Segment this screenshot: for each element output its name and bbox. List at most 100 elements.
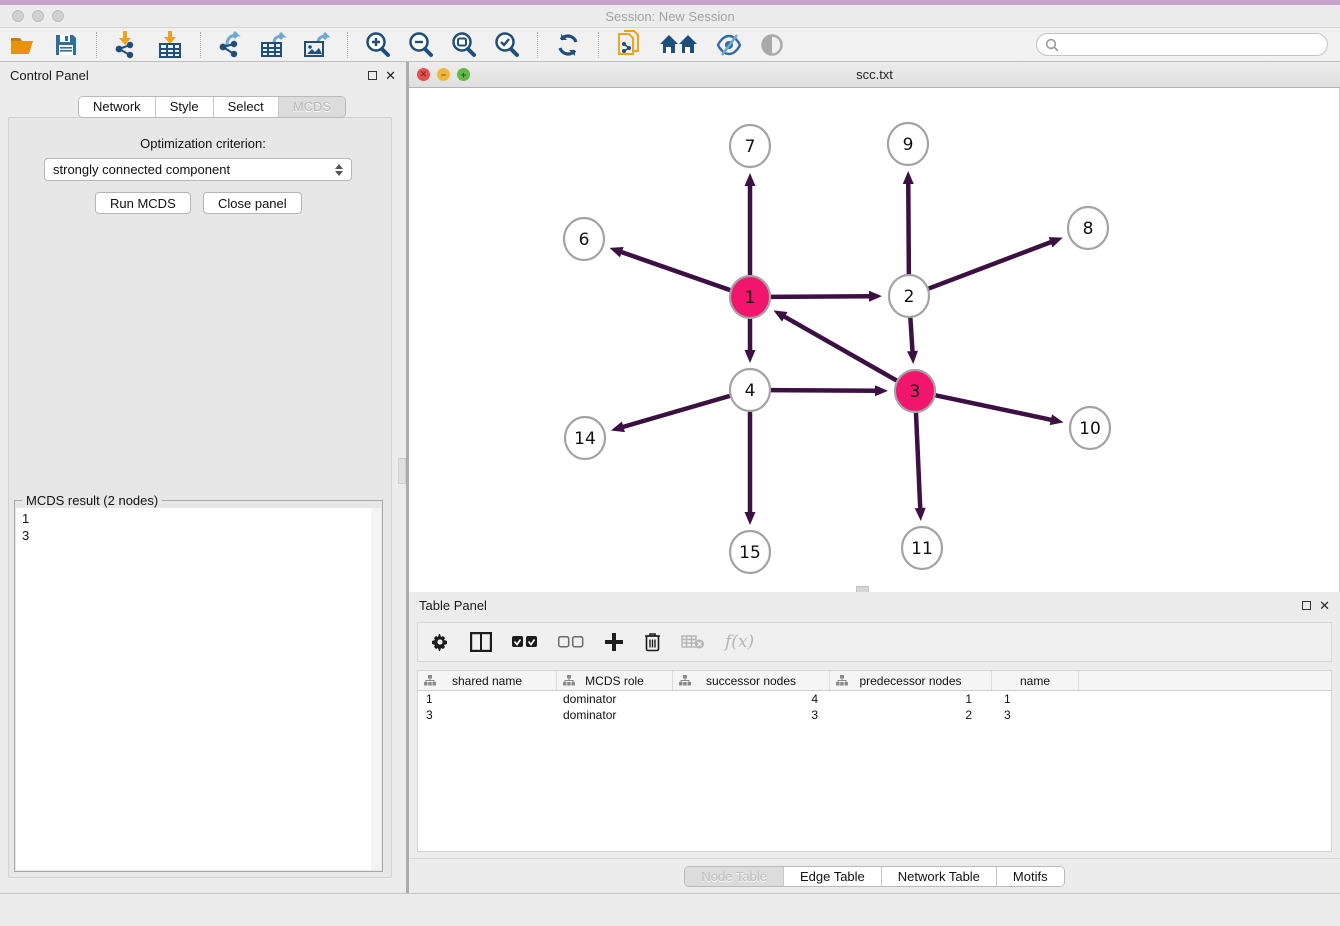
optimization-criterion-select[interactable]: strongly connected component [44,158,352,181]
graph-node-10[interactable]: 10 [1070,407,1110,449]
export-network-icon[interactable] [216,31,246,59]
search-field[interactable] [1036,33,1328,56]
save-icon[interactable] [51,31,81,59]
graph-edge[interactable] [621,396,729,428]
gear-icon[interactable] [430,632,450,652]
control-panel-tabs: Network Style Select MCDS [78,96,346,118]
zoom-out-icon[interactable] [406,31,436,59]
maximize-window-icon[interactable] [52,10,64,22]
graph-node-3[interactable]: 3 [895,370,935,412]
graph-node-1[interactable]: 1 [730,276,770,318]
result-scrollbar[interactable] [371,508,381,870]
edge-arrowhead-icon [609,247,623,257]
function-builder-icon[interactable]: f(x) [725,632,754,652]
edge-arrowhead-icon [907,351,918,364]
tab-select[interactable]: Select [214,97,279,117]
graph-node-2[interactable]: 2 [889,275,929,317]
open-folder-icon[interactable] [8,31,38,59]
export-image-icon[interactable] [302,31,332,59]
edge-arrowhead-icon [915,508,926,521]
tab-edge-table[interactable]: Edge Table [784,867,882,886]
graph-node-8[interactable]: 8 [1068,207,1108,249]
search-icon [1045,38,1059,52]
clone-network-icon[interactable] [614,31,644,59]
home-icon[interactable] [657,31,701,59]
zoom-fit-icon[interactable] [449,31,479,59]
splitter-grip[interactable] [398,458,406,484]
zoom-in-icon[interactable] [363,31,393,59]
graph-node-7[interactable]: 7 [730,125,770,167]
toolbar-separator [96,32,97,58]
graph-edge[interactable] [771,390,877,391]
import-table-icon[interactable] [155,31,185,59]
tab-network[interactable]: Network [79,97,156,117]
node-table[interactable]: shared name MCDS role successor nodes pr… [417,670,1332,852]
edge-arrowhead-icon [875,385,888,396]
close-window-icon[interactable] [12,10,24,22]
svg-text:14: 14 [574,429,596,449]
graph-edge[interactable] [936,395,1053,420]
column-header-name[interactable]: name [992,671,1079,690]
mcds-result-title: MCDS result (2 nodes) [22,493,162,508]
trash-icon[interactable] [644,632,661,652]
hide-details-icon[interactable] [714,31,744,59]
columns-icon[interactable] [470,632,492,652]
graph-node-9[interactable]: 9 [888,123,928,165]
search-input[interactable] [1064,38,1319,52]
network-graph[interactable]: 7 9 6 8 1 2 4 3 14 10 15 11 [409,88,1338,591]
graph-node-11[interactable]: 11 [902,527,942,569]
minimize-window-icon[interactable] [32,10,44,22]
column-header-predecessor-nodes[interactable]: predecessor nodes [830,671,992,690]
graph-edge[interactable] [783,316,897,381]
column-header-mcds-role[interactable]: MCDS role [557,671,673,690]
close-table-panel-icon[interactable]: ✕ [1319,601,1330,610]
select-all-checkboxes-icon[interactable] [512,636,538,649]
window-controls[interactable] [12,10,64,22]
close-panel-button[interactable]: Close panel [203,192,302,214]
table-row[interactable]: 1 dominator 4 1 1 [418,691,1331,707]
eye-icon[interactable] [757,31,787,59]
graph-node-4[interactable]: 4 [730,369,770,411]
refresh-icon[interactable] [553,31,583,59]
tab-style[interactable]: Style [156,97,214,117]
graph-edge[interactable] [929,241,1053,288]
run-mcds-button[interactable]: Run MCDS [95,192,191,214]
select-value: strongly connected component [53,162,230,177]
float-table-panel-icon[interactable] [1302,601,1311,610]
edge-arrowhead-icon [1049,237,1063,247]
tab-network-table[interactable]: Network Table [882,867,997,886]
import-network-icon[interactable] [112,31,142,59]
tab-motifs[interactable]: Motifs [997,867,1064,886]
close-panel-icon[interactable]: ✕ [385,71,396,80]
graph-edge[interactable] [910,317,912,353]
control-panel-title: Control Panel [10,68,89,83]
table-panel: Table Panel ✕ f(x) shared name [409,592,1340,893]
float-panel-icon[interactable] [368,71,377,80]
svg-text:10: 10 [1079,419,1101,439]
network-view-window: ✕ − + scc.txt 7 9 6 8 1 2 4 3 14 10 15 11 [409,62,1340,592]
titlebar[interactable]: Session: New Session [0,5,1340,28]
table-row[interactable]: 3 dominator 3 2 3 [418,707,1331,723]
table-tabs-strip: Node Table Edge Table Network Table Moti… [409,858,1340,893]
network-window-titlebar[interactable]: ✕ − + scc.txt [409,62,1340,88]
export-table-icon[interactable] [259,31,289,59]
column-header-successor-nodes[interactable]: successor nodes [673,671,830,690]
graph-edge[interactable] [771,296,871,297]
toolbar-separator [537,32,538,58]
tab-mcds[interactable]: MCDS [279,97,345,117]
zoom-selected-icon[interactable] [492,31,522,59]
graph-node-14[interactable]: 14 [565,417,605,459]
mcds-result-text[interactable]: 1 3 [16,508,381,870]
add-icon[interactable] [604,632,624,652]
deselect-checkboxes-icon[interactable] [558,636,584,649]
delete-column-icon[interactable] [681,634,705,650]
column-header-shared-name[interactable]: shared name [418,671,557,690]
graph-node-6[interactable]: 6 [564,218,604,260]
graph-node-15[interactable]: 15 [730,531,770,573]
svg-text:9: 9 [903,135,914,155]
graph-edge[interactable] [620,252,730,291]
graph-edge[interactable] [916,412,920,510]
tab-node-table[interactable]: Node Table [685,867,784,886]
window-title: Session: New Session [0,5,1340,28]
graph-edge[interactable] [908,182,909,275]
